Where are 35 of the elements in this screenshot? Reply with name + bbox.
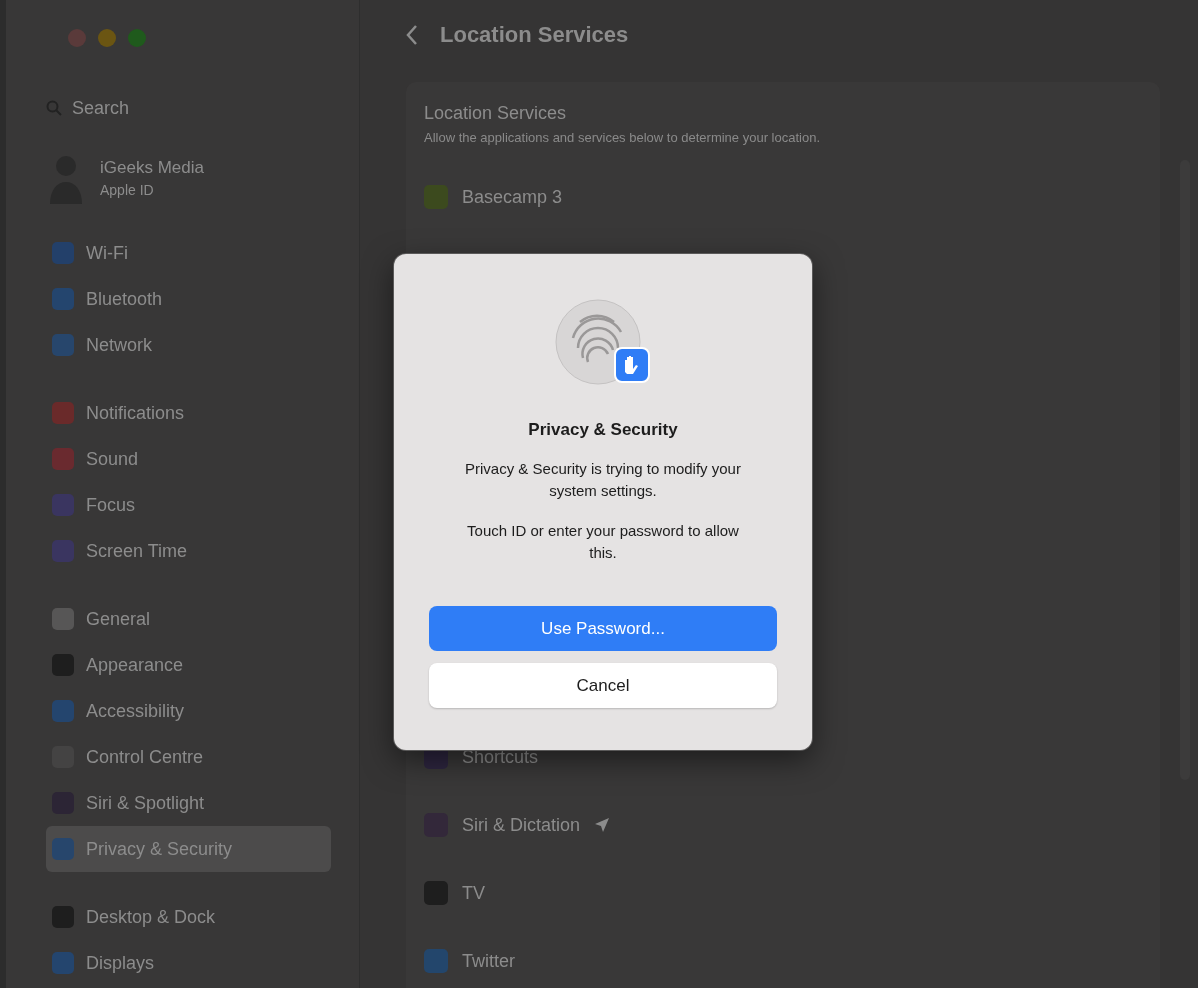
app-name: TV bbox=[462, 882, 485, 904]
section-title: Location Services bbox=[424, 103, 568, 124]
cancel-button[interactable]: Cancel bbox=[429, 663, 777, 708]
back-chevron-icon[interactable] bbox=[406, 24, 418, 46]
sidebar-item[interactable]: Displays bbox=[46, 940, 331, 986]
sidebar-item[interactable]: Privacy & Security bbox=[46, 826, 331, 872]
app-name: Twitter bbox=[462, 950, 515, 972]
app-name: Shortcuts bbox=[462, 746, 539, 768]
section-description: Allow the applications and services below to determine your location. bbox=[424, 130, 821, 145]
sidebar-item[interactable]: Focus bbox=[46, 482, 331, 528]
sidebar-item[interactable]: Desktop & Dock bbox=[46, 894, 331, 940]
sidebar-item[interactable]: Network bbox=[46, 322, 331, 368]
sidebar-item[interactable]: Screen Time bbox=[46, 528, 331, 574]
sidebar-item[interactable]: Notifications bbox=[46, 390, 331, 436]
window-control-icon[interactable] bbox=[68, 29, 86, 47]
sidebar-item[interactable]: General bbox=[46, 596, 331, 642]
sidebar-item[interactable]: Accessibility bbox=[46, 688, 331, 734]
app-name: Basecamp 3 bbox=[462, 186, 563, 208]
window-control-icon[interactable] bbox=[98, 29, 116, 47]
dialog-title: Privacy & Security bbox=[528, 420, 678, 440]
sidebar-item[interactable]: Sound bbox=[46, 436, 331, 482]
search-field[interactable]: Search bbox=[70, 96, 194, 120]
sidebar-item[interactable]: Control Centre bbox=[46, 734, 331, 780]
page-title: Location Services bbox=[440, 22, 629, 48]
sidebar-item[interactable]: Bluetooth bbox=[46, 276, 331, 322]
account-name: iGeeks Media bbox=[100, 158, 204, 178]
sidebar-item[interactable]: Wi-Fi bbox=[46, 230, 331, 276]
sidebar-item[interactable]: Appearance bbox=[46, 642, 331, 688]
window-control-icon[interactable] bbox=[128, 29, 146, 47]
dialog-message: Privacy & Security is trying to modify your system settings. bbox=[464, 459, 742, 501]
dialog-note: Touch ID or enter your password to allow this. bbox=[466, 521, 740, 563]
app-name: Siri & Dictation bbox=[462, 814, 581, 836]
account-subtitle: Apple ID bbox=[100, 182, 155, 198]
use-password-button[interactable]: Use Password... bbox=[429, 606, 777, 651]
sidebar-item[interactable]: Siri & Spotlight bbox=[46, 780, 331, 826]
